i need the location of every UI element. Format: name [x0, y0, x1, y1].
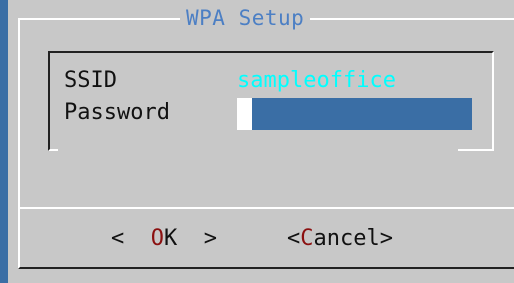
ok-button[interactable]: < OK >: [111, 224, 217, 254]
ssid-label: SSID: [64, 68, 117, 93]
password-label: Password: [64, 100, 170, 125]
cancel-button[interactable]: <Cancel>: [287, 224, 393, 254]
password-input[interactable]: [237, 98, 472, 130]
wpa-setup-dialog: WPA Setup SSID sampleoffice Password < O…: [8, 0, 514, 283]
button-separator: [18, 207, 514, 209]
ok-button-prefix: <: [111, 226, 151, 251]
ok-button-hotkey: O: [150, 226, 164, 251]
cancel-button-rest: ancel>: [313, 226, 393, 251]
text-cursor: [237, 98, 252, 130]
ssid-value: sampleoffice: [237, 68, 396, 93]
dialog-title: WPA Setup: [180, 4, 311, 32]
cancel-button-prefix: <: [287, 226, 301, 251]
cancel-button-hotkey: C: [300, 226, 314, 251]
ok-button-rest: K >: [164, 226, 217, 251]
